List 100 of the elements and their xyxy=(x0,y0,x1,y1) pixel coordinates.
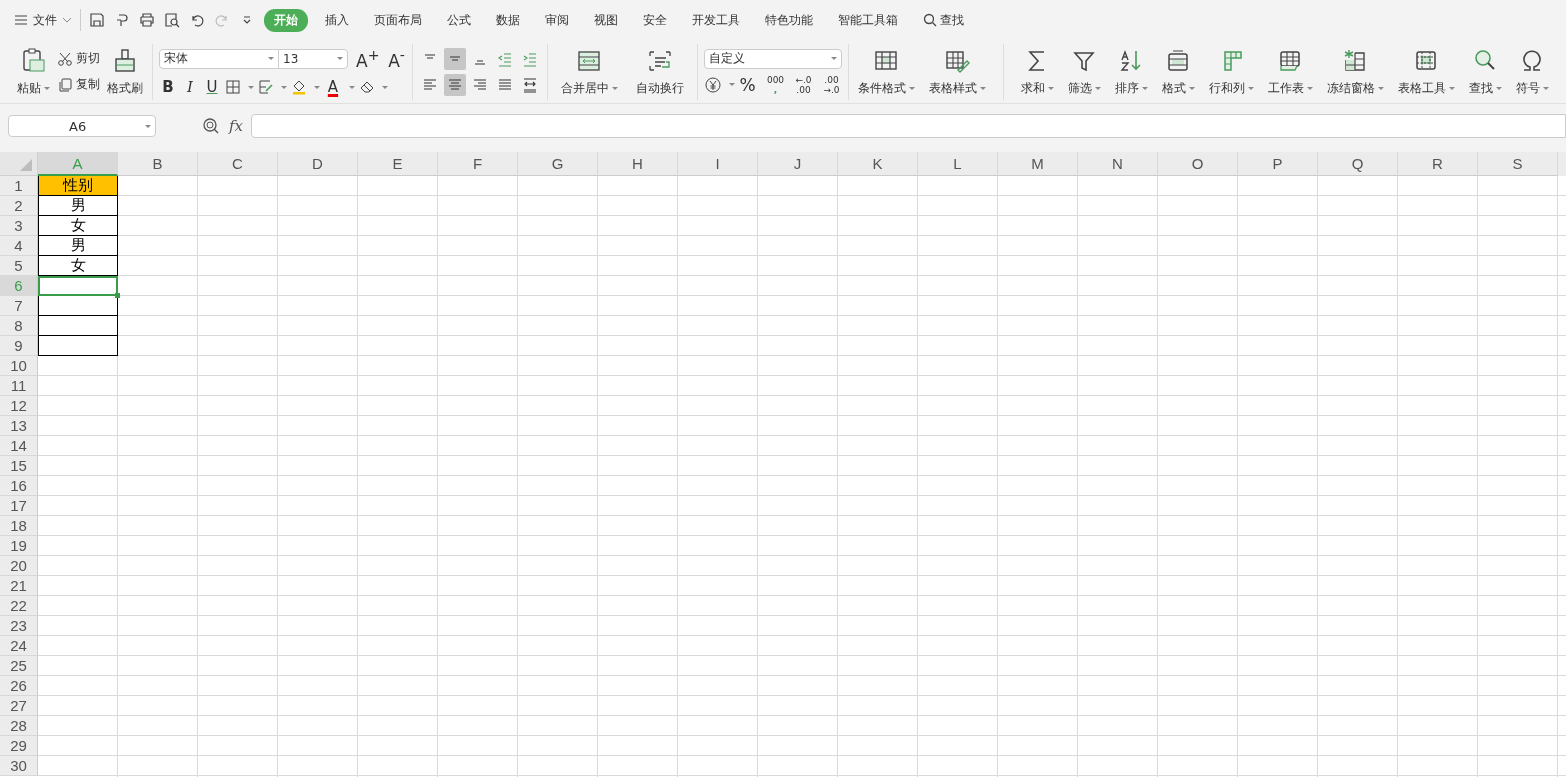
bold-button[interactable]: B xyxy=(159,78,177,97)
row-header[interactable]: 22 xyxy=(0,596,38,616)
column-header[interactable]: D xyxy=(278,152,358,176)
formula-input[interactable] xyxy=(251,114,1566,138)
row-header[interactable]: 14 xyxy=(0,436,38,456)
print-preview-icon[interactable] xyxy=(164,12,180,28)
row-header[interactable]: 19 xyxy=(0,536,38,556)
row-header[interactable]: 16 xyxy=(0,476,38,496)
row-header[interactable]: 4 xyxy=(0,236,38,256)
row-header[interactable]: 2 xyxy=(0,196,38,216)
row-header[interactable]: 5 xyxy=(0,256,38,276)
ribbon-button[interactable]: 表格样式 xyxy=(925,46,989,97)
column-header[interactable]: F xyxy=(438,152,518,176)
format-painter-button[interactable]: 格式刷 xyxy=(104,46,146,97)
column-header[interactable]: B xyxy=(118,152,198,176)
print-icon[interactable] xyxy=(139,12,155,28)
row-header[interactable]: 25 xyxy=(0,656,38,676)
grow-font-button[interactable]: A$^{+}$ xyxy=(356,46,380,71)
ribbon-button[interactable]: 条件格式 xyxy=(854,46,918,97)
decimal-button[interactable]: ←.0 .00 xyxy=(794,74,813,95)
cell-style-icon[interactable] xyxy=(258,79,274,96)
eraser-icon[interactable] xyxy=(359,79,375,96)
column-header[interactable]: H xyxy=(598,152,678,176)
ribbon-button[interactable]: 行和列 xyxy=(1205,46,1257,97)
search-button[interactable]: 查找 xyxy=(915,8,972,32)
column-header[interactable]: E xyxy=(358,152,438,176)
ribbon-tab[interactable]: 公式 xyxy=(439,8,479,32)
ribbon-tab[interactable]: 页面布局 xyxy=(366,8,430,32)
ribbon-tab[interactable]: 审阅 xyxy=(537,8,577,32)
row-header[interactable]: 28 xyxy=(0,716,38,736)
column-header[interactable]: J xyxy=(758,152,838,176)
row-header[interactable]: 23 xyxy=(0,616,38,636)
ribbon-tab[interactable]: 开发工具 xyxy=(684,8,748,32)
column-header[interactable]: K xyxy=(838,152,918,176)
middle-align-icon[interactable] xyxy=(443,47,466,70)
ribbon-tab[interactable]: 特色功能 xyxy=(757,8,821,32)
column-header[interactable]: Q xyxy=(1318,152,1398,176)
ribbon-button[interactable]: 符号 xyxy=(1512,46,1552,97)
shrink-font-button[interactable]: A$^{-}$ xyxy=(387,46,406,71)
format-painter-icon[interactable] xyxy=(114,12,130,28)
column-header[interactable]: P xyxy=(1238,152,1318,176)
copy-button[interactable]: 复制 xyxy=(57,76,100,93)
ribbon-tab[interactable]: 视图 xyxy=(586,8,626,32)
currency-icon[interactable] xyxy=(703,75,722,94)
ribbon-button[interactable]: 冻结窗格 xyxy=(1323,46,1387,97)
column-header[interactable]: G xyxy=(518,152,598,176)
row-header[interactable]: 21 xyxy=(0,576,38,596)
ribbon-button[interactable]: 表格工具 xyxy=(1394,46,1458,97)
row-header[interactable]: 13 xyxy=(0,416,38,436)
column-header[interactable]: O xyxy=(1158,152,1238,176)
ribbon-button[interactable]: 查找 xyxy=(1465,46,1505,97)
save-icon[interactable] xyxy=(89,12,105,28)
row-header[interactable]: 12 xyxy=(0,396,38,416)
merge-center-button[interactable]: 合并居中 xyxy=(557,46,621,97)
decimal-button[interactable]: 000 , xyxy=(766,74,785,95)
function-label[interactable]: fx xyxy=(229,117,243,135)
ribbon-button[interactable]: 格式 xyxy=(1158,46,1198,97)
fill-color-icon[interactable] xyxy=(291,79,307,96)
row-header[interactable]: 30 xyxy=(0,756,38,776)
row-header[interactable]: 9 xyxy=(0,336,38,356)
name-box[interactable]: A6 xyxy=(8,115,156,137)
row-header[interactable]: 29 xyxy=(0,736,38,756)
column-header[interactable]: L xyxy=(918,152,998,176)
row-header[interactable]: 20 xyxy=(0,556,38,576)
ribbon-button[interactable]: 排序 xyxy=(1111,46,1151,97)
column-header[interactable]: N xyxy=(1078,152,1158,176)
row-header[interactable]: 1 xyxy=(0,176,38,196)
font-name-field[interactable]: 宋体 xyxy=(159,48,279,69)
row-header[interactable]: 15 xyxy=(0,456,38,476)
font-color-button[interactable]: A xyxy=(324,78,342,97)
align-center-icon[interactable] xyxy=(443,73,466,96)
cut-button[interactable]: 剪切 xyxy=(57,50,100,67)
italic-button[interactable]: I xyxy=(181,78,199,97)
ribbon-button[interactable]: 工作表 xyxy=(1264,46,1316,97)
row-header[interactable]: 10 xyxy=(0,356,38,376)
font-size-field[interactable]: 13 xyxy=(278,48,348,69)
number-format-field[interactable]: 自定义 xyxy=(703,48,842,69)
ribbon-tab[interactable]: 插入 xyxy=(317,8,357,32)
fill-handle[interactable] xyxy=(115,293,120,298)
column-header[interactable]: M xyxy=(998,152,1078,176)
column-header[interactable]: I xyxy=(678,152,758,176)
row-header[interactable]: 24 xyxy=(0,636,38,656)
row-header[interactable]: 27 xyxy=(0,696,38,716)
paste-button[interactable]: 粘贴 xyxy=(14,46,53,97)
row-header[interactable]: 18 xyxy=(0,516,38,536)
column-header[interactable]: R xyxy=(1398,152,1478,176)
percent-button[interactable]: % xyxy=(738,74,757,95)
decimal-button[interactable]: .00 →.0 xyxy=(822,74,841,95)
ribbon-tab[interactable]: 数据 xyxy=(488,8,528,32)
undo-icon[interactable] xyxy=(189,12,205,28)
file-menu[interactable]: 文件 xyxy=(14,11,72,29)
wrap-text-button[interactable]: 自动换行 xyxy=(632,46,687,97)
borders-icon[interactable] xyxy=(225,79,241,96)
row-header[interactable]: 17 xyxy=(0,496,38,516)
column-header[interactable]: S xyxy=(1478,152,1558,176)
column-header[interactable]: C xyxy=(198,152,278,176)
row-header[interactable]: 11 xyxy=(0,376,38,396)
zoom-icon[interactable] xyxy=(202,117,220,135)
row-header[interactable]: 3 xyxy=(0,216,38,236)
row-header[interactable]: 26 xyxy=(0,676,38,696)
